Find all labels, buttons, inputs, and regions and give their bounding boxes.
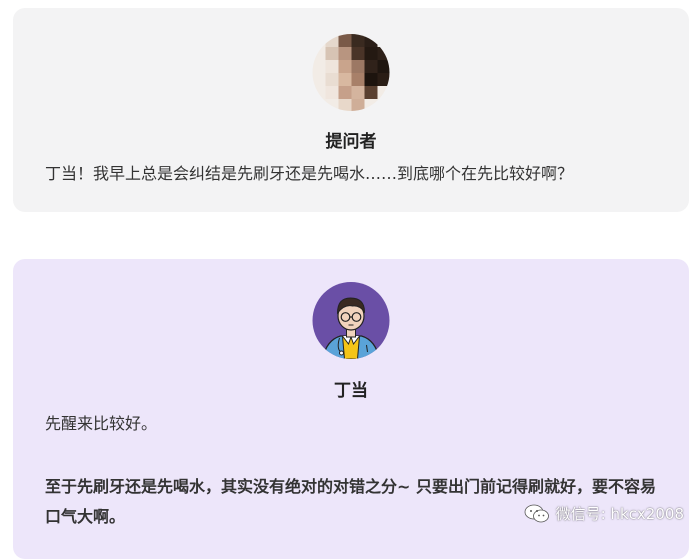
pixelated-avatar-icon [312,34,390,111]
watermark-text: 微信号: hkcx2008 [555,505,684,523]
answer-first-line: 先醒来比较好。 [45,414,158,433]
question-text: 丁当！我早上总是会纠结是先刷牙还是先喝水……到底哪个在先比较好啊？ [45,164,574,183]
wechat-watermark: 微信号: hkcx2008 [524,503,684,524]
wechat-icon [524,504,550,524]
question-card: 提问者 丁当！我早上总是会纠结是先刷牙还是先喝水……到底哪个在先比较好啊？ [13,8,689,212]
doctor-avatar-icon [312,282,390,359]
answer-author-name: 丁当 [334,381,368,401]
question-author-name: 提问者 [325,132,377,152]
